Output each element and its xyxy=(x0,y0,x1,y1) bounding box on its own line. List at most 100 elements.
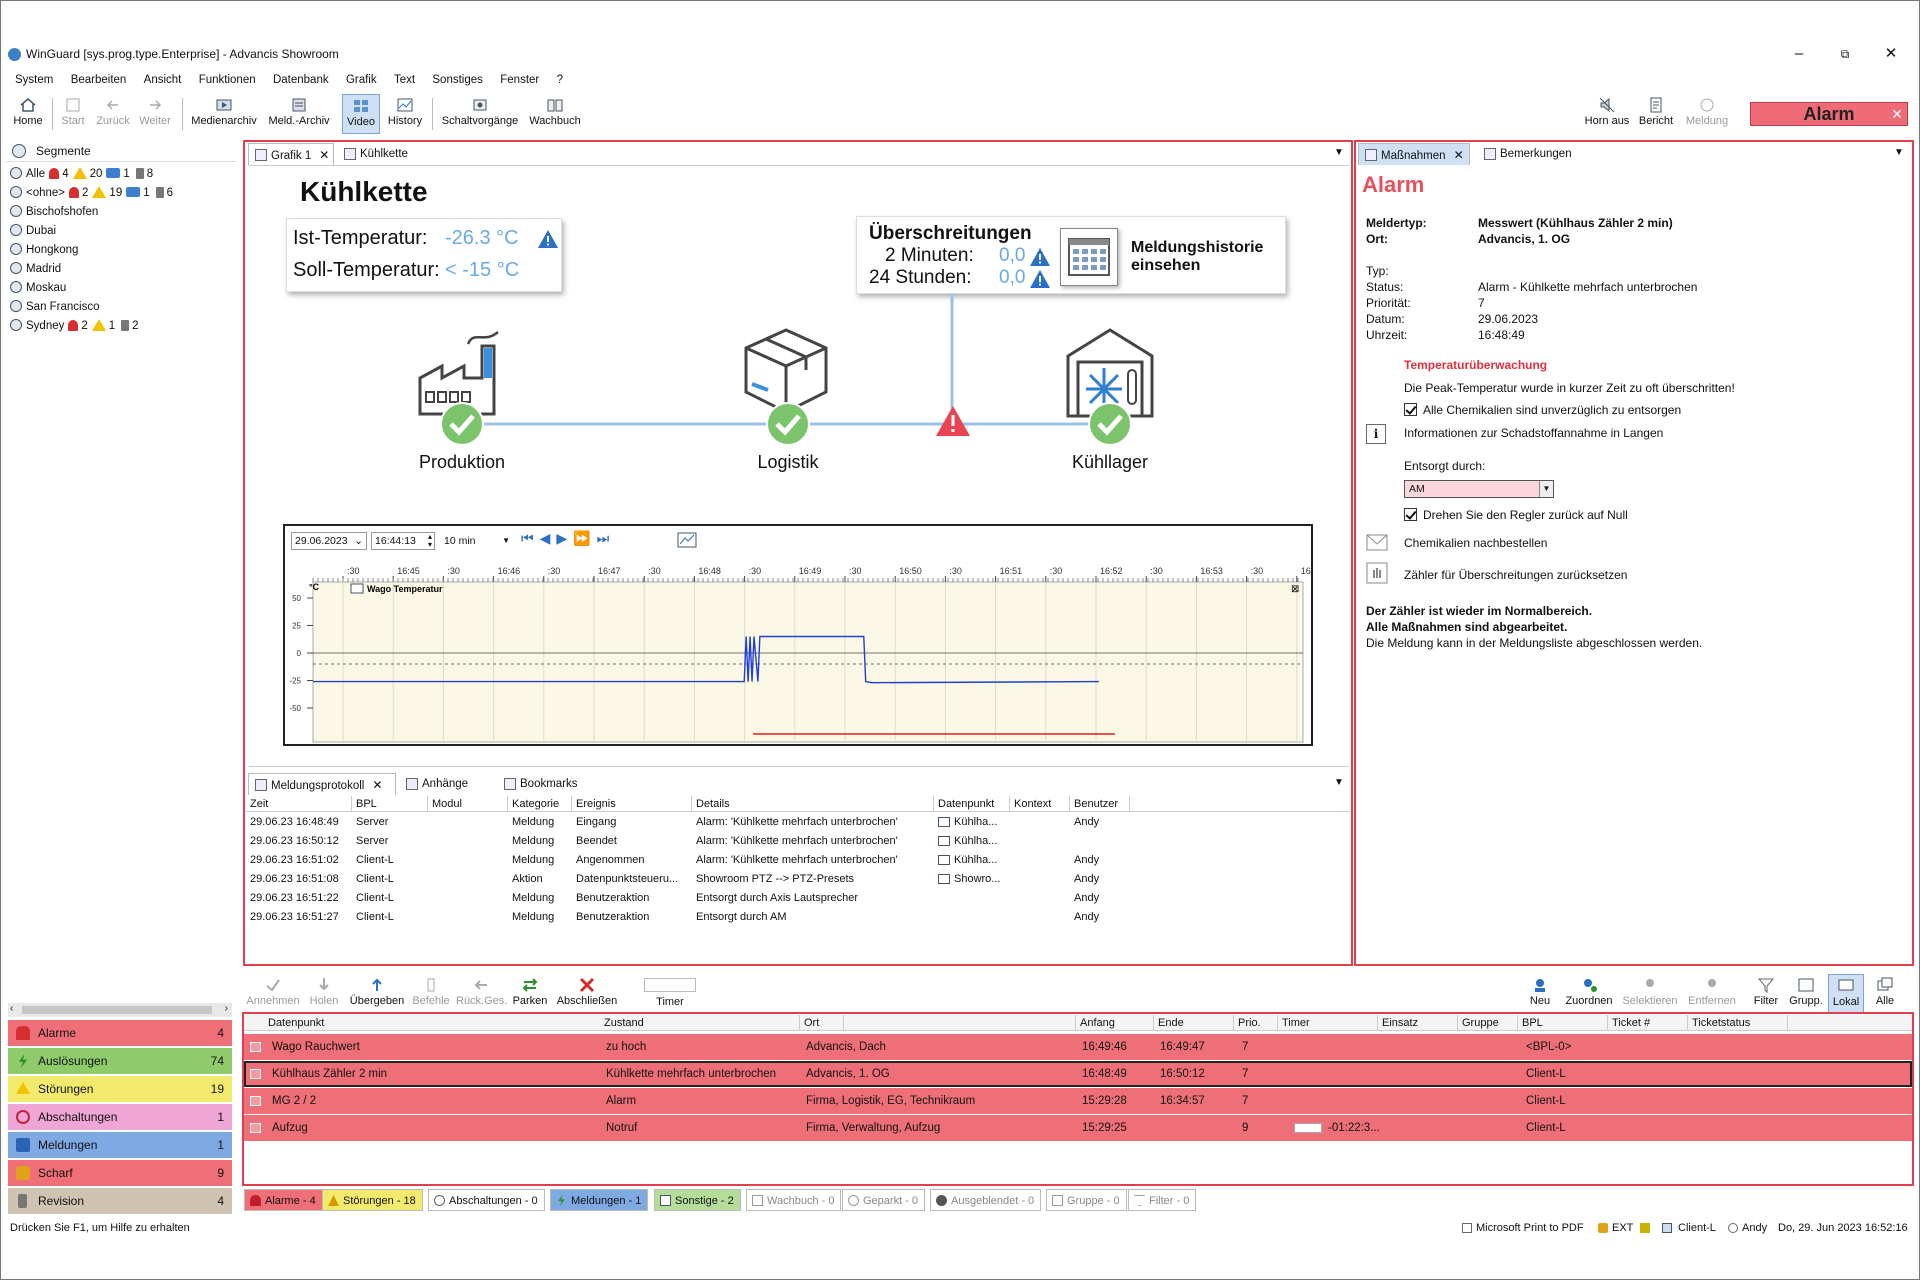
menu-bearbeiten[interactable]: Bearbeiten xyxy=(64,70,134,90)
scroll-right-icon[interactable]: › xyxy=(225,1003,228,1014)
col-zustand[interactable]: Zustand xyxy=(600,1015,800,1031)
segment-ohne[interactable]: <ohne> 2 19 1 6 xyxy=(10,184,173,202)
switch-operations-button[interactable]: Schaltvorgänge xyxy=(438,94,522,134)
col-timer[interactable]: Timer xyxy=(1278,1015,1378,1031)
category-abschaltungen[interactable]: Abschaltungen 1 xyxy=(8,1104,232,1130)
prev-icon[interactable]: ◀ xyxy=(540,530,557,546)
action-reorder[interactable]: Chemikalien nachbestellen xyxy=(1404,536,1547,550)
segments-scrollbar[interactable]: ‹ › xyxy=(8,1003,232,1017)
remove-button[interactable]: Entfernen xyxy=(1684,974,1740,1014)
calendar-history-icon[interactable] xyxy=(1060,228,1118,286)
maximize-button[interactable]: ⧉ xyxy=(1822,42,1868,66)
col-gruppe[interactable]: Gruppe xyxy=(1458,1015,1518,1031)
alarm-row[interactable]: Wago Rauchwert zu hoch Advancis, Dach 16:49… xyxy=(244,1034,1912,1060)
category-alarme[interactable]: Alarme 4 xyxy=(8,1020,232,1046)
report-button[interactable]: Bericht xyxy=(1636,94,1676,134)
filter-tab-stoerungen[interactable]: Störungen - 18 xyxy=(322,1189,423,1211)
segment-dubai[interactable]: Dubai xyxy=(10,222,56,240)
col-ort[interactable]: Ort xyxy=(800,1015,1076,1031)
commands-button[interactable]: Befehle xyxy=(410,974,452,1014)
menu-text[interactable]: Text xyxy=(387,70,422,90)
measure-check-regulator[interactable]: Drehen Sie den Regler zurück auf Null xyxy=(1404,508,1628,522)
info-link[interactable]: Informationen zur Schadstoffannahme in L… xyxy=(1404,426,1663,440)
message-button[interactable]: Meldung xyxy=(1680,94,1734,134)
action-reset-counter[interactable]: Zähler für Überschreitungen zurücksetzen xyxy=(1404,568,1627,582)
menu-datenbank[interactable]: Datenbank xyxy=(266,70,336,90)
local-button[interactable]: Lokal xyxy=(1828,974,1864,1014)
col-prio[interactable]: Prio. xyxy=(1234,1015,1278,1031)
segment-madrid[interactable]: Madrid xyxy=(10,260,61,278)
trend-date-field[interactable]: 29.06.2023 ⌄ xyxy=(291,532,367,550)
reset-button[interactable]: Rück.Ges. xyxy=(456,974,507,1014)
video-button[interactable]: Video xyxy=(342,94,380,134)
horn-off-button[interactable]: Horn aus xyxy=(1582,94,1632,134)
col-anfang[interactable]: Anfang xyxy=(1076,1015,1154,1031)
tab-grafik-1[interactable]: Grafik 1 ✕ xyxy=(248,143,334,165)
menu-fenster[interactable]: Fenster xyxy=(493,70,546,90)
trend-range-select[interactable]: 10 min ▼ xyxy=(441,532,513,550)
accept-button[interactable]: Annehmen xyxy=(244,974,302,1014)
protocol-row[interactable]: 29.06.23 16:51:02 Client-L Meldung Angenomm… xyxy=(246,851,1350,870)
menu-funktionen[interactable]: Funktionen xyxy=(192,70,263,90)
segment-san-francisco[interactable]: San Francisco xyxy=(10,298,100,316)
category-meldungen[interactable]: Meldungen 1 xyxy=(8,1132,232,1158)
protocol-row[interactable]: 29.06.23 16:50:12 Server Meldung Beendet Ala… xyxy=(246,832,1350,851)
handover-button[interactable]: Übergeben xyxy=(348,974,406,1014)
alarm-close-icon[interactable]: ✕ xyxy=(1891,103,1903,125)
protocol-row[interactable]: 29.06.23 16:51:08 Client-L Aktion Datenpunk… xyxy=(246,870,1350,889)
tabs-dropdown-icon[interactable]: ▼ xyxy=(1334,147,1344,158)
col-modul[interactable]: Modul xyxy=(428,796,508,812)
col-ticketstatus[interactable]: Ticketstatus xyxy=(1688,1015,1788,1031)
scroll-left-icon[interactable]: ‹ xyxy=(10,1003,13,1014)
start-button[interactable]: Start xyxy=(58,94,88,134)
play-icon[interactable]: ▶ xyxy=(556,530,573,546)
filter-tab-meldungen[interactable]: Meldungen - 1 xyxy=(550,1189,649,1211)
measure-check-chemicals[interactable]: Alle Chemikalien sind unverzüglich zu en… xyxy=(1404,403,1681,417)
protocol-row[interactable]: 29.06.23 16:48:49 Server Meldung Eingang Ala… xyxy=(246,813,1350,832)
col-zeit[interactable]: Zeit xyxy=(246,796,352,812)
alarm-row[interactable]: Kühlhaus Zähler 2 min Kühlkette mehrfach … xyxy=(244,1061,1912,1087)
last-icon[interactable]: ⏭ xyxy=(597,530,616,546)
filter-tab-alarme[interactable]: Alarme - 4 xyxy=(244,1189,323,1211)
back-button[interactable]: Zurück xyxy=(94,94,132,134)
close-tab-icon[interactable]: ✕ xyxy=(319,148,329,162)
message-archive-button[interactable]: Meld.-Archiv xyxy=(264,94,334,134)
trend-time-field[interactable]: 16:44:13 ▴ ▾ xyxy=(371,532,435,550)
col-kontext[interactable]: Kontext xyxy=(1010,796,1070,812)
group-button[interactable]: Grupp. xyxy=(1786,974,1826,1014)
segment-sydney[interactable]: Sydney 2 1 2 xyxy=(10,317,139,335)
tab-meldungsprotokoll[interactable]: Meldungsprotokoll ✕ xyxy=(248,773,396,795)
media-archive-button[interactable]: Medienarchiv xyxy=(188,94,260,134)
col-ende[interactable]: Ende xyxy=(1154,1015,1234,1031)
segment-alle[interactable]: Alle 4 20 1 8 xyxy=(10,165,153,183)
filter-tab-sonstige[interactable]: Sonstige - 2 xyxy=(654,1189,741,1211)
category-revision[interactable]: Revision 4 xyxy=(8,1188,232,1214)
fetch-button[interactable]: Holen xyxy=(304,974,344,1014)
segment-hongkong[interactable]: Hongkong xyxy=(10,241,78,259)
menu-sonstiges[interactable]: Sonstiges xyxy=(425,70,490,90)
home-button[interactable]: Home xyxy=(10,94,46,134)
protocol-row[interactable]: 29.06.23 16:51:27 Client-L Meldung Benutzer… xyxy=(246,908,1350,927)
scroll-thumb[interactable] xyxy=(22,1006,212,1014)
tab-anhaenge[interactable]: Anhänge xyxy=(400,773,484,795)
protocol-row[interactable]: 29.06.23 16:51:22 Client-L Meldung Benutzer… xyxy=(246,889,1350,908)
col-bpl[interactable]: BPL xyxy=(352,796,428,812)
fast-forward-icon[interactable]: ⏩ xyxy=(573,530,596,546)
tab-kuehlkette[interactable]: Kühlkette xyxy=(338,143,420,165)
checkbox-checked-icon[interactable] xyxy=(1404,508,1417,521)
all-button[interactable]: Alle xyxy=(1868,974,1902,1014)
disposed-by-select[interactable]: AM ▼ xyxy=(1404,480,1554,498)
hand-icon[interactable] xyxy=(1366,562,1388,584)
filter-tab-abschaltungen[interactable]: Abschaltungen - 0 xyxy=(428,1189,545,1211)
category-ausloesungen[interactable]: Auslösungen 74 xyxy=(8,1048,232,1074)
alarm-row[interactable]: Aufzug Notruf Firma, Verwaltung, Aufzug 15:… xyxy=(244,1115,1912,1141)
spinner-icon[interactable]: ▴ ▾ xyxy=(428,533,432,549)
col-ereignis[interactable]: Ereignis xyxy=(572,796,692,812)
tabs-dropdown-icon[interactable]: ▼ xyxy=(1334,777,1344,788)
checkbox-checked-icon[interactable] xyxy=(1404,403,1417,416)
mail-icon[interactable] xyxy=(1366,532,1388,554)
filter-button[interactable]: Filter xyxy=(1750,974,1782,1014)
history-link[interactable]: Meldungshistorie einsehen xyxy=(1131,239,1281,275)
close-tab-icon[interactable]: ✕ xyxy=(372,778,382,792)
menu-ansicht[interactable]: Ansicht xyxy=(137,70,189,90)
